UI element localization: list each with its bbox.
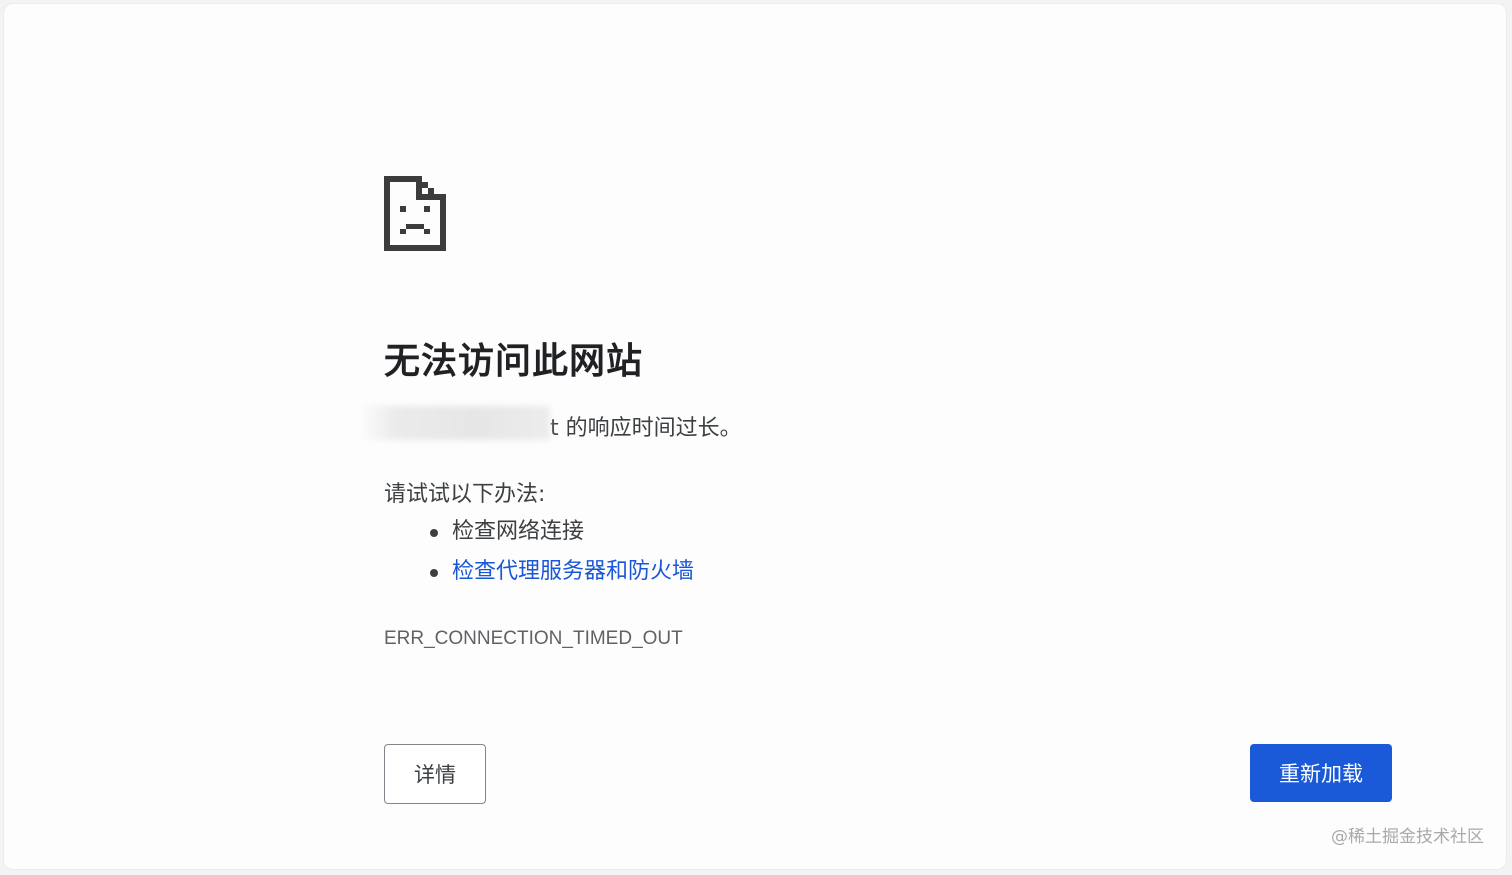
browser-page: 无法访问此网站 t 的响应时间过长。 请试试以下办法: 检查网络连接 检查代理服… (3, 3, 1507, 870)
list-item: 检查网络连接 (384, 516, 694, 556)
suggestion-check-proxy-link[interactable]: 检查代理服务器和防火墙 (452, 559, 694, 584)
bullet-icon (430, 569, 438, 577)
error-summary: t 的响应时间过长。 (360, 406, 742, 442)
reload-button[interactable]: 重新加载 (1250, 744, 1392, 802)
sad-document-icon (384, 176, 446, 251)
watermark: @稀土掘金技术社区 (1331, 827, 1484, 847)
suggestion-check-connection: 检查网络连接 (452, 519, 585, 544)
suggestions-heading: 请试试以下办法: (384, 482, 546, 507)
details-button[interactable]: 详情 (384, 744, 486, 804)
page-title: 无法访问此网站 (384, 341, 644, 382)
list-item: 检查代理服务器和防火墙 (384, 556, 694, 596)
bullet-icon (430, 529, 438, 537)
suggestions-list: 检查网络连接 检查代理服务器和防火墙 (384, 516, 694, 596)
error-code: ERR_CONNECTION_TIMED_OUT (384, 628, 683, 649)
redacted-hostname (360, 406, 550, 440)
error-summary-text: t 的响应时间过长。 (550, 416, 742, 441)
